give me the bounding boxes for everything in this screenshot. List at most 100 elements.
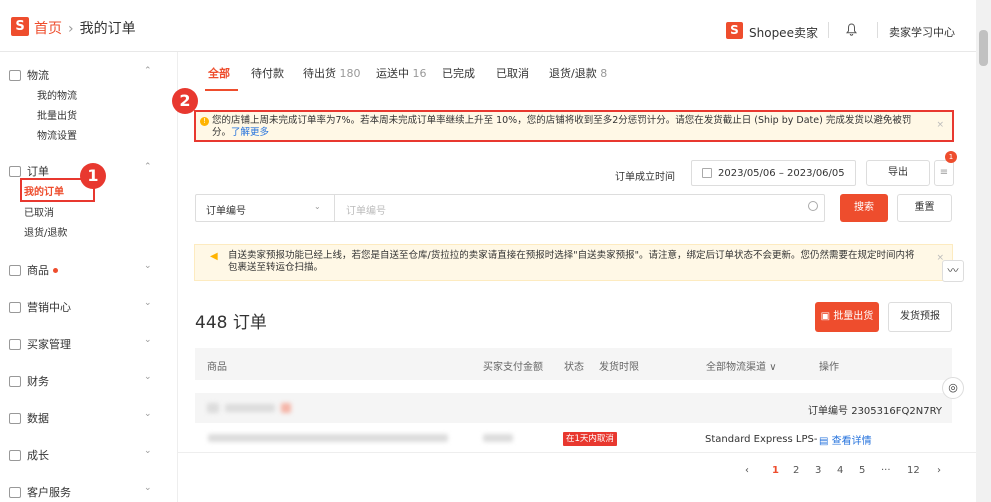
sidebar-section-buyers[interactable]: 买家管理 bbox=[9, 336, 71, 352]
breadcrumb-home[interactable]: 首页 bbox=[34, 21, 62, 37]
chevron-down-icon: ⌄ bbox=[314, 202, 321, 211]
bell-icon[interactable] bbox=[845, 23, 858, 40]
chevron-down-icon[interactable]: ⌄ bbox=[144, 409, 152, 419]
bulk-ship-icon: ▣ bbox=[820, 311, 834, 322]
sidebar-section-orders[interactable]: 订单 bbox=[9, 163, 49, 179]
reset-button[interactable]: 重置 bbox=[897, 194, 952, 222]
chevron-down-icon[interactable]: ⌄ bbox=[144, 372, 152, 382]
sidebar-section-logistics[interactable]: 物流 bbox=[9, 67, 49, 83]
search-field-value: 订单编号 bbox=[206, 206, 246, 217]
sidebar-item-logistics-settings[interactable]: 物流设置 bbox=[37, 127, 77, 142]
sidebar-section-data[interactable]: 数据 bbox=[9, 410, 49, 426]
bulk-ship-button[interactable]: ▣ 批量出货 bbox=[815, 302, 879, 332]
prev-page-icon[interactable]: ‹ bbox=[745, 465, 749, 476]
monitor-icon[interactable]: 〰 bbox=[942, 260, 964, 282]
learning-center-link[interactable]: 卖家学习中心 bbox=[889, 24, 955, 40]
chevron-down-icon[interactable]: ⌄ bbox=[144, 335, 152, 345]
box-icon bbox=[9, 264, 21, 276]
tab-returns[interactable]: 退货/退款 8 bbox=[549, 65, 607, 81]
shopee-logo[interactable]: S bbox=[11, 17, 29, 36]
search-field-select[interactable]: 订单编号 ⌄ bbox=[196, 195, 335, 221]
learn-more-link[interactable]: 了解更多 bbox=[231, 127, 269, 138]
sidebar-section-support[interactable]: 客户服务 bbox=[9, 484, 71, 500]
sidebar-item-bulk-ship[interactable]: 批量出货 bbox=[37, 107, 77, 122]
truck-icon bbox=[9, 69, 21, 81]
chevron-down-icon[interactable]: ⌄ bbox=[144, 446, 152, 456]
column-header-amount: 买家支付金额 bbox=[483, 362, 543, 373]
support-chat-icon[interactable]: ◎ bbox=[942, 377, 964, 399]
self-ship-alert-text: 自送卖家预报功能已经上线，若您是自送至仓库/货拉拉的卖家请直接在预报时选择"自送… bbox=[228, 250, 915, 273]
order-number: 订单编号 2305316FQ2N7RY bbox=[808, 406, 942, 417]
page-2[interactable]: 2 bbox=[793, 465, 799, 476]
status-badge: 在1天内取消 bbox=[563, 432, 617, 446]
chevron-down-icon[interactable]: ⌄ bbox=[144, 261, 152, 271]
order-time-label: 订单成立时间 bbox=[615, 172, 675, 183]
sidebar-item-my-logistics[interactable]: 我的物流 bbox=[37, 87, 77, 102]
sidebar-section-label: 物流 bbox=[27, 69, 49, 82]
page-5[interactable]: 5 bbox=[859, 465, 865, 476]
main-content: 全部 待付款 待出货 180 运送中 16 已完成 已取消 退货/退款 8 ! … bbox=[172, 52, 976, 502]
chevron-up-icon[interactable]: ⌃ bbox=[144, 162, 152, 172]
page-1[interactable]: 1 bbox=[772, 465, 779, 476]
tab-label: 运送中 bbox=[376, 67, 409, 80]
document-icon: ▤ bbox=[819, 436, 832, 447]
chevron-down-icon[interactable]: ⌄ bbox=[144, 298, 152, 308]
chevron-down-icon: ∨ bbox=[769, 362, 777, 373]
pagination: ‹ 1 2 3 4 5 ··· 12 › bbox=[178, 452, 976, 486]
tab-cancelled[interactable]: 已取消 bbox=[496, 65, 529, 81]
tab-completed[interactable]: 已完成 bbox=[442, 65, 475, 81]
column-header-logistics-filter[interactable]: 全部物流渠道 ∨ bbox=[706, 358, 777, 373]
tab-label: 待付款 bbox=[251, 67, 284, 80]
wallet-icon bbox=[9, 375, 21, 387]
sidebar-item-cancelled[interactable]: 已取消 bbox=[24, 204, 54, 219]
annotation-step-2: 2 bbox=[172, 88, 198, 114]
tab-label: 全部 bbox=[208, 67, 230, 80]
sidebar-section-products[interactable]: 商品 bbox=[9, 262, 58, 278]
sidebar-section-label: 数据 bbox=[27, 412, 49, 425]
support-icon bbox=[9, 486, 21, 498]
seller-center-link[interactable]: Shopee卖家 bbox=[749, 24, 818, 41]
buyer-payment-amount bbox=[483, 434, 513, 442]
scrollbar[interactable] bbox=[976, 0, 991, 502]
chat-icon[interactable] bbox=[281, 403, 291, 413]
search-input[interactable]: 订单编号 bbox=[346, 202, 386, 217]
sidebar-section-marketing[interactable]: 营销中心 bbox=[9, 299, 71, 315]
close-icon[interactable]: × bbox=[936, 119, 944, 131]
sidebar-section-growth[interactable]: 成长 bbox=[9, 447, 49, 463]
tab-to-ship[interactable]: 待出货 180 bbox=[303, 65, 361, 81]
tab-label: 已取消 bbox=[496, 67, 529, 80]
tab-all[interactable]: 全部 bbox=[208, 65, 230, 81]
export-history-menu-icon[interactable]: ≡ bbox=[934, 160, 954, 186]
sidebar-section-finance[interactable]: 财务 bbox=[9, 373, 49, 389]
tab-shipping[interactable]: 运送中 16 bbox=[376, 65, 427, 81]
sidebar-section-label: 财务 bbox=[27, 375, 49, 388]
tab-count: 180 bbox=[339, 67, 361, 80]
page-12[interactable]: 12 bbox=[907, 465, 920, 476]
sidebar-section-label: 商品 bbox=[27, 264, 49, 277]
search-button[interactable]: 搜索 bbox=[840, 194, 888, 222]
tab-label: 已完成 bbox=[442, 67, 475, 80]
page-4[interactable]: 4 bbox=[837, 465, 843, 476]
clipboard-icon bbox=[9, 165, 21, 177]
chevron-down-icon[interactable]: ⌄ bbox=[144, 483, 152, 493]
chart-icon bbox=[9, 412, 21, 424]
page-3[interactable]: 3 bbox=[815, 465, 821, 476]
export-button[interactable]: 导出 bbox=[866, 160, 930, 186]
view-details-link[interactable]: ▤ 查看详情 bbox=[819, 432, 872, 447]
order-tabs: 全部 待付款 待出货 180 运送中 16 已完成 已取消 退货/退款 8 bbox=[178, 52, 976, 92]
date-range-picker[interactable]: 2023/05/06 – 2023/06/05 bbox=[691, 160, 856, 186]
divider bbox=[877, 22, 878, 38]
search-icon[interactable] bbox=[808, 201, 818, 211]
chevron-up-icon[interactable]: ⌃ bbox=[144, 66, 152, 76]
ship-forecast-button[interactable]: 发货预报 bbox=[888, 302, 952, 332]
speaker-icon: ◀ bbox=[210, 251, 218, 262]
buyer-avatar bbox=[207, 403, 219, 413]
order-search-bar: 订单编号 ⌄ 订单编号 bbox=[195, 194, 825, 222]
next-page-icon[interactable]: › bbox=[937, 465, 941, 476]
sidebar-item-returns[interactable]: 退货/退款 bbox=[24, 224, 67, 239]
scrollbar-thumb[interactable] bbox=[979, 30, 988, 66]
tab-unpaid[interactable]: 待付款 bbox=[251, 65, 284, 81]
tab-label: 待出货 bbox=[303, 67, 336, 80]
sidebar-section-label: 买家管理 bbox=[27, 338, 71, 351]
active-tab-indicator bbox=[205, 89, 238, 91]
